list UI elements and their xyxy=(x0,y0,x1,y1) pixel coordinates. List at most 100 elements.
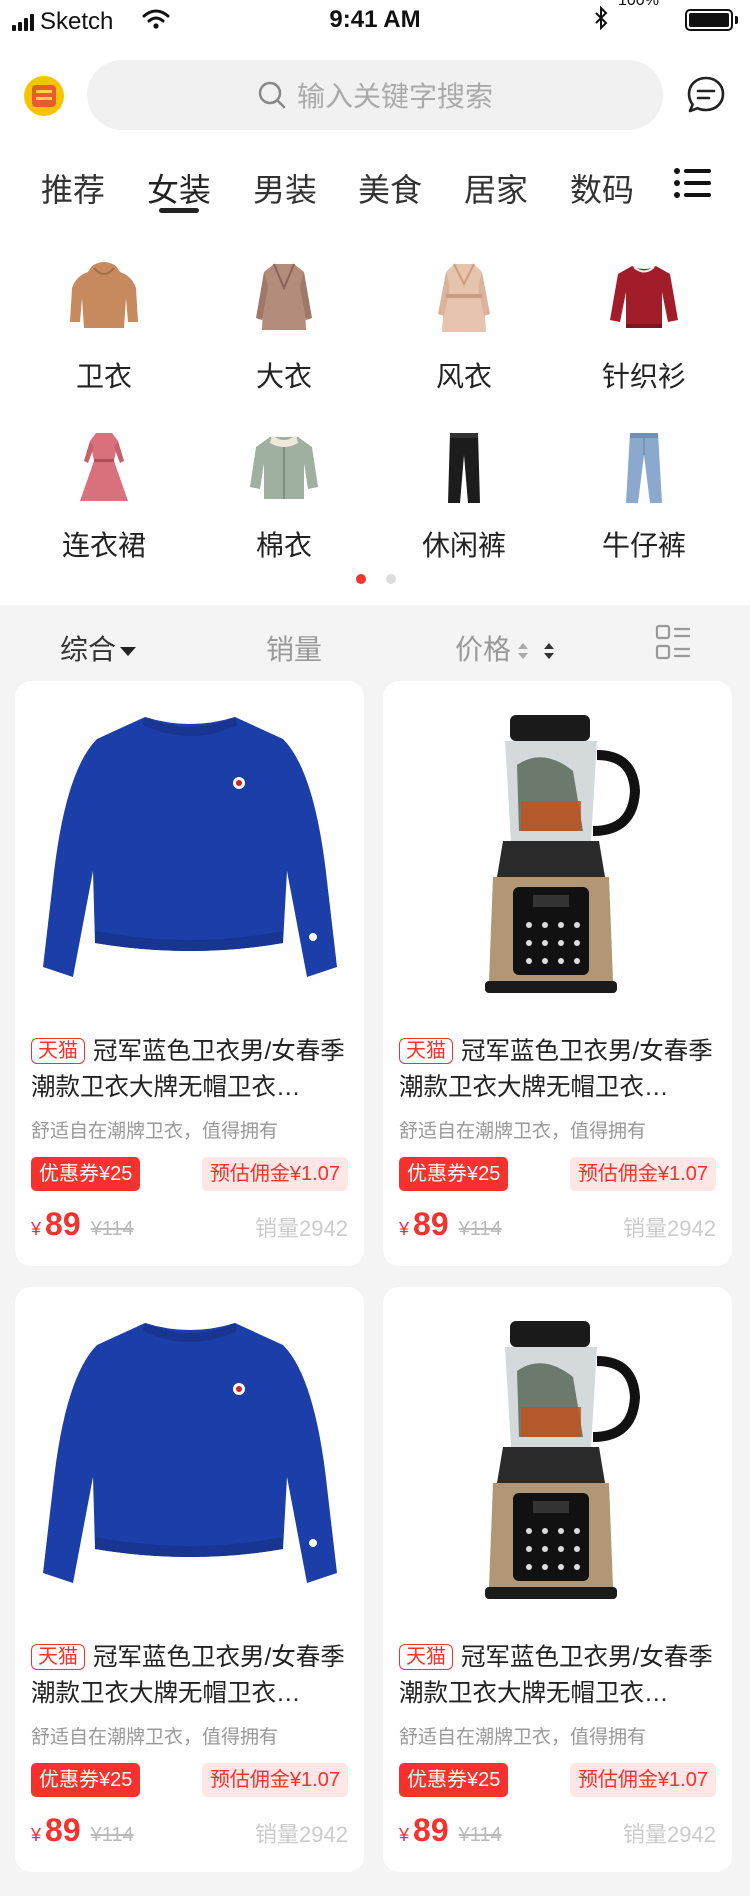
category-label: 休闲裤 xyxy=(421,530,506,561)
commission-badge: 预估佣金¥1.07 xyxy=(569,1763,716,1797)
tab-men[interactable]: 男装 xyxy=(253,165,317,211)
page-dot-active[interactable] xyxy=(356,574,366,584)
filter-overall[interactable]: 综合 xyxy=(60,628,137,668)
currency-symbol: ¥ xyxy=(31,1825,42,1845)
search-bar[interactable]: 输入关键字搜索 xyxy=(87,60,663,130)
user-avatar[interactable] xyxy=(24,76,64,116)
padded-jacket-icon xyxy=(250,435,318,499)
tab-food[interactable]: 美食 xyxy=(358,165,422,211)
message-icon[interactable] xyxy=(685,74,727,116)
category-dress[interactable]: 连衣裙 xyxy=(34,427,174,564)
sweater-icon xyxy=(610,266,678,328)
category-label: 牛仔裤 xyxy=(601,530,686,561)
currency-symbol: ¥ xyxy=(31,1219,42,1239)
blender-product-image[interactable] xyxy=(383,681,732,1021)
original-price: ¥114 xyxy=(90,1218,134,1240)
product-subtitle: 舒适自在潮牌卫衣，值得拥有 xyxy=(399,1121,647,1142)
category-sweater[interactable]: 针织衫 xyxy=(574,258,714,395)
original-price: ¥114 xyxy=(458,1824,502,1846)
blender-product-image[interactable] xyxy=(383,1287,732,1627)
dress-icon xyxy=(80,433,128,501)
category-label: 棉衣 xyxy=(255,530,312,561)
commission-badge: 预估佣金¥1.07 xyxy=(201,1763,348,1797)
category-hoodie[interactable]: 卫衣 xyxy=(34,258,174,395)
currency-symbol: ¥ xyxy=(399,1825,410,1845)
coupon-badge[interactable]: 优惠券¥25 xyxy=(399,1157,509,1191)
carousel-pagination xyxy=(356,574,396,584)
search-icon xyxy=(258,81,286,109)
tab-digital[interactable]: 数码 xyxy=(570,165,634,211)
product-title[interactable]: 天猫 冠军蓝色卫衣男/女春季潮款卫衣大牌无帽卫衣… xyxy=(31,1640,351,1712)
category-trench[interactable]: 风衣 xyxy=(394,258,534,395)
battery-cap xyxy=(735,16,738,24)
sales-count: 销量2942 xyxy=(623,1216,716,1241)
tmall-badge: 天猫 xyxy=(399,1038,453,1064)
sweatshirt-product-image[interactable] xyxy=(15,1287,364,1627)
product-title[interactable]: 天猫 冠军蓝色卫衣男/女春季潮款卫衣大牌无帽卫衣… xyxy=(399,1640,719,1712)
category-label: 卫衣 xyxy=(75,361,132,392)
coupon-badge[interactable]: 优惠券¥25 xyxy=(31,1763,141,1797)
status-bar: Sketch 9:41 AM 100% xyxy=(0,0,750,40)
sort-arrows-icon xyxy=(517,642,529,661)
price: 89 xyxy=(45,1206,81,1242)
category-padded[interactable]: 棉衣 xyxy=(214,427,354,564)
commission-badge: 预估佣金¥1.07 xyxy=(569,1157,716,1191)
page-dot[interactable] xyxy=(386,574,396,584)
coat-icon xyxy=(256,263,312,330)
price-row: ¥89 ¥114 xyxy=(31,1812,134,1849)
tmall-badge: 天猫 xyxy=(31,1038,85,1064)
hoodie-icon xyxy=(70,262,138,328)
search-placeholder: 输入关键字搜索 xyxy=(296,81,493,112)
category-tabs: 推荐 女装 男装 美食 居家 数码 xyxy=(0,155,750,215)
category-label: 风衣 xyxy=(435,361,492,392)
filter-sales[interactable]: 销量 xyxy=(266,628,322,668)
tmall-badge: 天猫 xyxy=(31,1644,85,1670)
original-price: ¥114 xyxy=(458,1218,502,1240)
price: 89 xyxy=(413,1812,449,1848)
dropdown-triangle-icon xyxy=(120,647,137,657)
sweatshirt-product-image[interactable] xyxy=(15,681,364,1021)
price-row: ¥89 ¥114 xyxy=(31,1206,134,1243)
filter-price-label: 价格 xyxy=(455,634,512,665)
trousers-icon xyxy=(448,433,480,503)
grid-layout-icon[interactable] xyxy=(655,624,691,660)
category-label: 针织衫 xyxy=(601,361,686,392)
battery-percent: 100% xyxy=(618,0,659,9)
active-tab-indicator xyxy=(159,208,199,213)
jeans-icon xyxy=(626,433,662,503)
category-jeans[interactable]: 牛仔裤 xyxy=(574,427,714,564)
product-subtitle: 舒适自在潮牌卫衣，值得拥有 xyxy=(31,1727,279,1748)
menu-list-icon[interactable] xyxy=(673,166,711,200)
price: 89 xyxy=(413,1206,449,1242)
category-coat[interactable]: 大衣 xyxy=(214,258,354,395)
product-title[interactable]: 天猫 冠军蓝色卫衣男/女春季潮款卫衣大牌无帽卫衣… xyxy=(399,1034,719,1106)
price: 89 xyxy=(45,1812,81,1848)
category-trousers[interactable]: 休闲裤 xyxy=(394,427,534,564)
product-card[interactable]: 天猫 冠军蓝色卫衣男/女春季潮款卫衣大牌无帽卫衣… 舒适自在潮牌卫衣，值得拥有优惠券… xyxy=(15,1287,364,1872)
sort-arrows-icon xyxy=(543,642,555,661)
trench-coat-icon xyxy=(438,263,490,332)
tab-women[interactable]: 女装 xyxy=(147,165,211,211)
status-time: 9:41 AM xyxy=(329,6,421,33)
sales-count: 销量2942 xyxy=(255,1822,348,1847)
price-row: ¥89 ¥114 xyxy=(399,1812,502,1849)
filter-overall-label: 综合 xyxy=(60,634,117,665)
product-subtitle: 舒适自在潮牌卫衣，值得拥有 xyxy=(31,1121,279,1142)
category-label: 大衣 xyxy=(255,361,312,392)
bluetooth-icon xyxy=(595,6,608,30)
product-card[interactable]: 天猫 冠军蓝色卫衣男/女春季潮款卫衣大牌无帽卫衣… 舒适自在潮牌卫衣，值得拥有优惠券… xyxy=(383,1287,732,1872)
filter-sales-label: 销量 xyxy=(266,634,323,665)
filter-price[interactable]: 价格 xyxy=(455,628,555,668)
product-card[interactable]: 天猫 冠军蓝色卫衣男/女春季潮款卫衣大牌无帽卫衣… 舒适自在潮牌卫衣，值得拥有优惠券… xyxy=(15,681,364,1266)
product-title[interactable]: 天猫 冠军蓝色卫衣男/女春季潮款卫衣大牌无帽卫衣… xyxy=(31,1034,351,1106)
commission-badge: 预估佣金¥1.07 xyxy=(201,1157,348,1191)
product-subtitle: 舒适自在潮牌卫衣，值得拥有 xyxy=(399,1727,647,1748)
tab-recommend[interactable]: 推荐 xyxy=(41,165,105,211)
tmall-badge: 天猫 xyxy=(399,1644,453,1670)
coupon-badge[interactable]: 优惠券¥25 xyxy=(31,1157,141,1191)
battery-icon xyxy=(685,9,733,31)
sales-count: 销量2942 xyxy=(255,1216,348,1241)
tab-home[interactable]: 居家 xyxy=(464,165,528,211)
coupon-badge[interactable]: 优惠券¥25 xyxy=(399,1763,509,1797)
product-card[interactable]: 天猫 冠军蓝色卫衣男/女春季潮款卫衣大牌无帽卫衣… 舒适自在潮牌卫衣，值得拥有优惠券… xyxy=(383,681,732,1266)
